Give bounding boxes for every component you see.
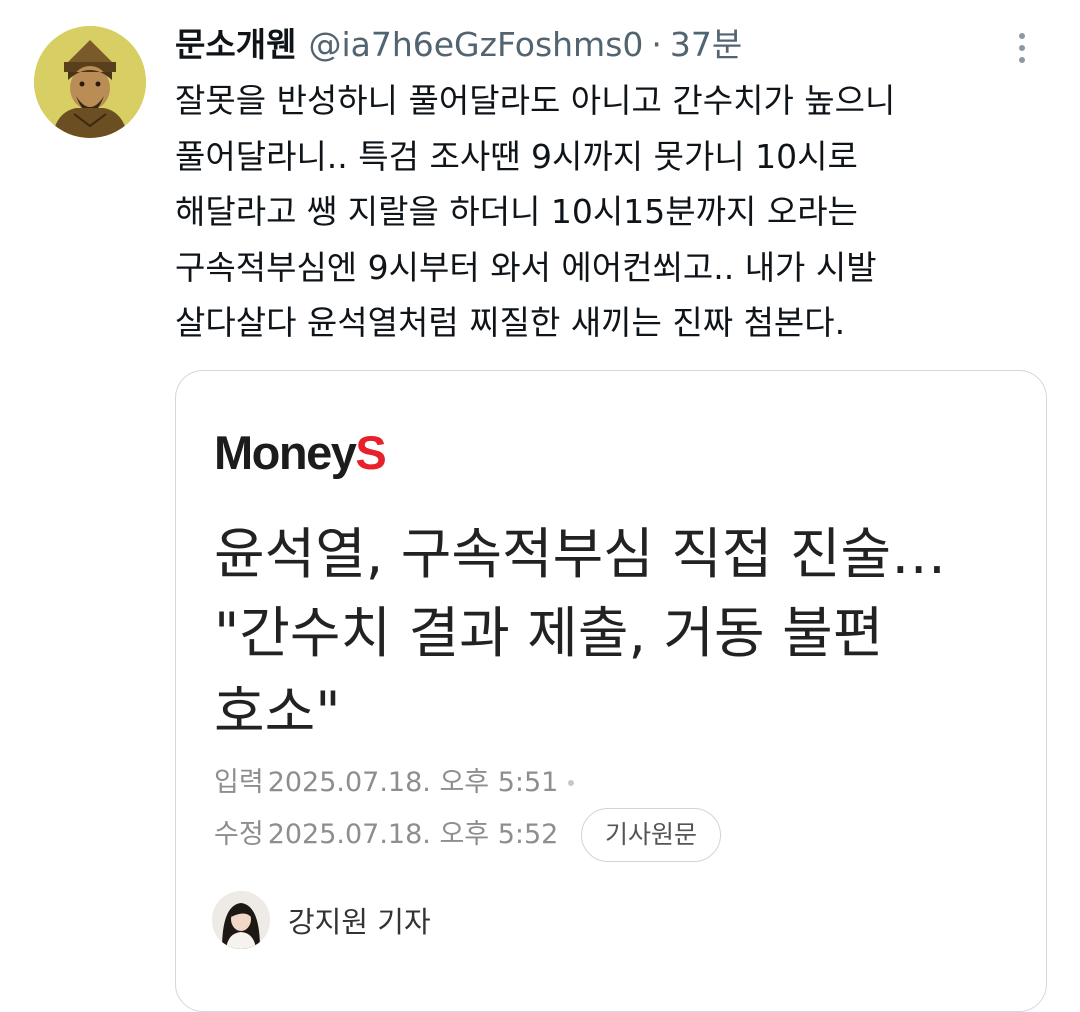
reporter-photo — [212, 891, 270, 949]
author-display-name[interactable]: 문소개웬 — [175, 20, 296, 70]
tweet-text-line: 해달라고 쌩 지랄을 하더니 10시15분까지 오라는 — [175, 192, 858, 231]
tweet-text-line: 구속적부심엔 9시부터 와서 에어컨쐬고.. 내가 시발 — [175, 247, 877, 287]
avatar-portrait-image — [34, 26, 146, 138]
tweet-text-line: 잘못을 반성하니 풀어달라도 아니고 간수치가 높으니 — [175, 81, 896, 120]
attached-article-image[interactable]: MoneyS 윤석열, 구속적부심 직접 진술… "간수치 결과 제출, 거동 … — [175, 370, 1047, 1012]
reporter-name: 강지원 기자 — [288, 905, 431, 939]
meta-dot-icon — [568, 780, 575, 786]
logo-text-main: Money — [214, 426, 357, 479]
tweet-text-line: 풀어달라니.. 특검 조사땐 9시까지 못가니 10시로 — [175, 136, 858, 176]
more-vertical-icon-dot — [1019, 57, 1025, 63]
author-handle[interactable]: @ia7h6eGzFoshms0 — [308, 20, 643, 70]
tweet-timestamp[interactable]: 37분 — [670, 20, 742, 70]
headline-line: 윤석열, 구속적부심 직접 진술… — [214, 522, 947, 586]
published-value: 2025.07.18. 오후 5:51 — [267, 767, 559, 798]
author-avatar[interactable] — [34, 26, 146, 138]
modified-label: 수정 — [214, 819, 264, 850]
modified-datetime: 수정 2025.07.18. 오후 5:52 — [214, 815, 558, 855]
original-article-button: 기사원문 — [581, 808, 721, 862]
reporter-info: 강지원 기자 — [212, 891, 431, 949]
reporter-portrait-image — [212, 891, 270, 949]
moneys-logo: MoneyS — [214, 423, 387, 483]
modified-value: 2025.07.18. 오후 5:52 — [267, 819, 559, 850]
more-options-button[interactable] — [1004, 28, 1040, 68]
headline-line: 호소" — [214, 680, 341, 744]
tweet-header: 문소개웬 @ia7h6eGzFoshms0 · 37분 — [175, 20, 742, 70]
more-vertical-icon-dot — [1019, 45, 1025, 51]
logo-text-accent: S — [355, 426, 386, 479]
article-headline: 윤석열, 구속적부심 직접 진술… "간수치 결과 제출, 거동 불편 호소" — [214, 515, 1034, 752]
tweet-text: 잘못을 반성하니 풀어달라도 아니고 간수치가 높으니 풀어달라니.. 특검 조… — [175, 73, 1055, 351]
headline-line: "간수치 결과 제출, 거동 불편 — [214, 601, 884, 665]
published-label: 입력 — [214, 767, 264, 798]
tweet-text-line: 살다살다 윤석열처럼 찌질한 새끼는 진짜 첨본다. — [175, 303, 846, 342]
header-separator: · — [651, 25, 662, 64]
more-vertical-icon — [1019, 33, 1025, 39]
published-datetime: 입력 2025.07.18. 오후 5:51 — [214, 763, 575, 803]
